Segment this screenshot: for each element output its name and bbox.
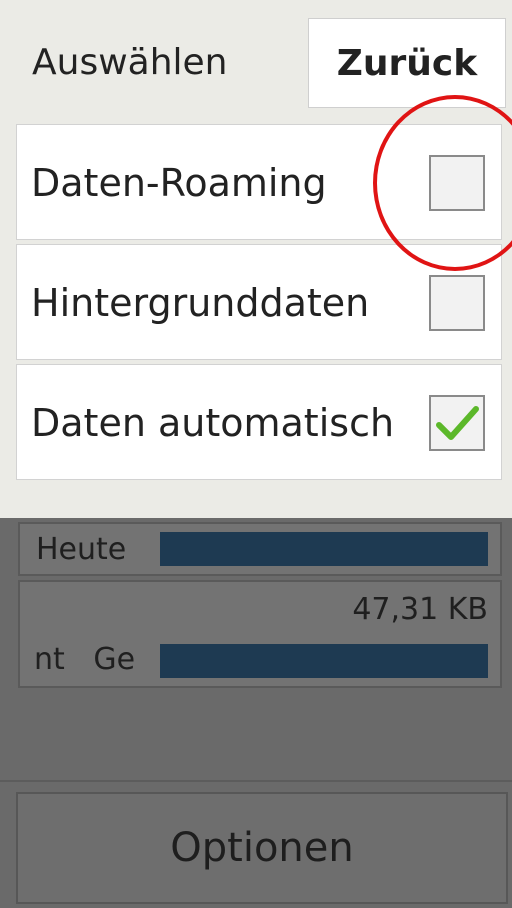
checkmark-icon — [436, 406, 479, 440]
today-label: Heute — [36, 532, 127, 567]
option-auto-sync-data[interactable]: Daten automatisch — [16, 364, 502, 480]
option-label: Hintergrunddaten — [31, 281, 370, 325]
back-button[interactable]: Zurück — [308, 18, 506, 108]
divider — [0, 780, 512, 782]
today-usage-card: Heute — [18, 522, 502, 576]
today-usage-bar — [160, 532, 488, 566]
total-usage-value: 47,31 KB — [352, 592, 488, 627]
total-usage-label: nt Ge — [34, 642, 136, 677]
option-background-data[interactable]: Hintergrunddaten — [16, 244, 502, 360]
total-usage-card: 47,31 KB nt Ge — [18, 580, 502, 688]
dialog-title: Auswählen — [32, 42, 228, 83]
option-label: Daten-Roaming — [31, 161, 327, 205]
option-label: Daten automatisch — [31, 401, 395, 445]
data-roaming-checkbox[interactable] — [429, 155, 485, 211]
auto-sync-checkbox[interactable] — [429, 395, 485, 451]
select-dialog: Auswählen Zurück Daten-Roaming Hintergru… — [0, 0, 512, 518]
options-button: Optionen — [16, 792, 508, 904]
option-data-roaming[interactable]: Daten-Roaming — [16, 124, 502, 240]
background-data-checkbox[interactable] — [429, 275, 485, 331]
total-usage-bar — [160, 644, 488, 678]
